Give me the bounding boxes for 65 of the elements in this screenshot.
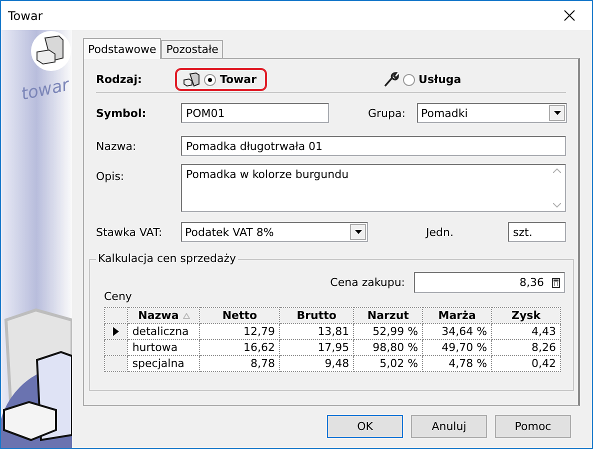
table-cell: 8,78 (200, 356, 280, 372)
table-cell: hurtowa (128, 340, 200, 356)
table-cell: 4,43 (492, 324, 560, 340)
purchase-price-field[interactable]: 8,36 (414, 272, 565, 293)
kind-label: Rodzaj: (96, 73, 142, 86)
column-header[interactable]: Nazwa (128, 308, 200, 324)
group-title: Kalkulacja cen sprzedaży (96, 252, 238, 265)
group-dropdown[interactable]: Pomadki (417, 103, 567, 123)
kind-option[interactable]: Usługa (374, 68, 472, 91)
table-cell: 0,42 (492, 356, 560, 372)
row-header-corner (104, 308, 128, 324)
unit-field[interactable]: szt. (508, 222, 566, 242)
dialog-button[interactable]: Anuluj (411, 415, 487, 438)
table-cell: 34,64 % (422, 324, 492, 340)
radio-button[interactable] (402, 74, 415, 86)
radio-button[interactable] (204, 74, 216, 86)
close-icon (564, 10, 574, 21)
tab[interactable]: Pozostałe (161, 40, 224, 58)
column-header[interactable]: Brutto (279, 308, 354, 324)
table-cell: 8,26 (492, 340, 560, 356)
current-row-icon (113, 327, 120, 336)
window-title: Towar (8, 8, 43, 22)
purchase-price-label: Cena zakupu: (330, 276, 405, 289)
table-cell: 49,70 % (422, 340, 492, 356)
dropdown-arrow-icon (354, 230, 362, 234)
table-cell: 16,62 (200, 340, 280, 356)
scroll-down-icon (553, 203, 561, 208)
table-cell: 5,02 % (354, 356, 423, 372)
wrench-icon (382, 72, 399, 87)
prices-label: Ceny (104, 290, 132, 303)
table-cell: 9,48 (279, 356, 354, 372)
dropdown-arrow-icon (554, 111, 560, 115)
table-cell: 17,95 (279, 340, 354, 356)
unit-label: Jedn. (426, 226, 454, 238)
vat-rate-dropdown[interactable]: Podatek VAT 8% (181, 222, 368, 242)
description-label: Opis: (96, 170, 126, 183)
table-cell: 52,99 % (354, 324, 423, 340)
column-header[interactable]: Narzut (354, 308, 423, 324)
banner-word: towar (19, 75, 71, 105)
row-header-cell[interactable] (104, 356, 128, 372)
table-cell: 13,81 (279, 324, 354, 340)
table-cell: specjalna (128, 356, 200, 372)
symbol-field[interactable]: POM01 (181, 103, 329, 123)
tab[interactable]: Podstawowe (83, 38, 162, 59)
table-cell: 4,78 % (422, 356, 492, 372)
row-header-cell[interactable] (104, 340, 128, 356)
table-cell: 98,80 % (354, 340, 423, 356)
column-header[interactable]: Marża (422, 308, 492, 324)
symbol-label: Symbol: (96, 106, 148, 120)
dialog-button[interactable]: OK (327, 415, 403, 438)
table-cell: detaliczna (128, 324, 200, 340)
dialog-button[interactable]: Pomoc (495, 415, 571, 438)
column-header[interactable]: Zysk (492, 308, 560, 324)
row-header-cell[interactable] (104, 324, 128, 340)
group-label: Grupa: (368, 106, 406, 120)
calculator-icon[interactable] (552, 278, 560, 288)
scroll-up-icon (553, 168, 561, 173)
name-label: Nazwa: (96, 140, 138, 152)
vat-rate-label: Stawka VAT: (96, 226, 164, 238)
table-cell: 12,79 (200, 324, 280, 340)
kind-option[interactable]: Towar (174, 68, 267, 91)
boxes-icon (182, 72, 200, 87)
column-header[interactable]: Netto (200, 308, 280, 324)
description-field[interactable]: Pomadka w kolorze burgundu (181, 164, 566, 212)
name-field[interactable]: Pomadka długotrwała 01 (181, 136, 566, 156)
